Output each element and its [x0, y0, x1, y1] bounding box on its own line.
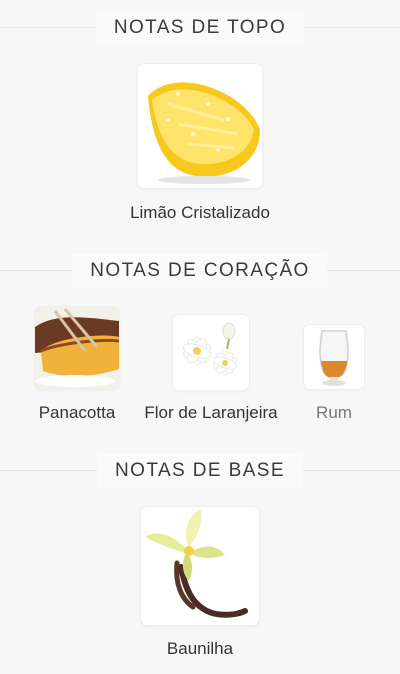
panacotta-icon [35, 307, 119, 389]
note-label-candied-lemon: Limão Cristalizado [130, 203, 270, 222]
orange-blossom-icon [173, 315, 249, 390]
candied-lemon-icon [138, 64, 262, 188]
note-tile-rum[interactable] [304, 325, 364, 389]
note-label-panacotta: Panacotta [38, 403, 116, 422]
vanilla-icon [141, 507, 259, 625]
note-tile-panacotta[interactable] [35, 307, 119, 389]
section-title-base-notes: NOTAS DE BASE [97, 454, 303, 488]
section-header-top-notes: NOTAS DE TOPO [0, 11, 400, 45]
note-label-vanilla: Baunilha [166, 639, 234, 658]
rum-glass-icon [304, 325, 364, 389]
note-label-orange-blossom: Flor de Laranjeira [144, 403, 278, 422]
section-header-base-notes: NOTAS DE BASE [0, 454, 400, 488]
note-tile-orange-blossom[interactable] [173, 315, 249, 390]
note-tile-candied-lemon[interactable] [138, 64, 262, 188]
note-label-rum: Rum [316, 403, 352, 422]
section-title-top-notes: NOTAS DE TOPO [95, 11, 305, 45]
section-header-heart-notes: NOTAS DE CORAÇÃO [0, 254, 400, 288]
section-title-heart-notes: NOTAS DE CORAÇÃO [72, 254, 328, 288]
note-tile-vanilla[interactable] [141, 507, 259, 625]
